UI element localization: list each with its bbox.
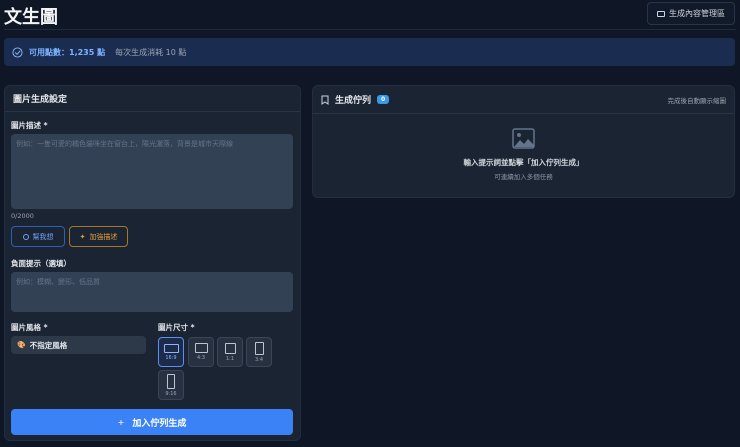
enhance-label: 加強描述: [89, 232, 118, 241]
queue-empty-state: 輸入提示詞並點擊「加入佇列生成」 可連續加入多個任務: [313, 114, 734, 181]
bookmark-icon: [321, 95, 329, 105]
content-manager-label: 生成內容管理區: [669, 9, 725, 18]
landscape-icon: [163, 343, 179, 353]
inspire-label: 幫我想: [32, 232, 54, 241]
portrait-icon: [167, 373, 175, 389]
square-icon: [224, 342, 236, 354]
content-manager-button[interactable]: 生成內容管理區: [647, 2, 735, 25]
add-to-queue-label: 加入佇列生成: [132, 418, 187, 429]
style-select[interactable]: 🎨 不指定風格: [11, 336, 146, 354]
size-text: 3:4: [254, 356, 264, 363]
char-count: 0/2000: [11, 212, 34, 220]
credits-text: 可用點數：1,235 點: [29, 47, 106, 57]
queue-panel: 生成佇列 0 完成後自動顯示縮圖 輸入提示詞並點擊「加入佇列生成」 可連續加入多…: [312, 85, 735, 198]
empty-title: 輸入提示詞並點擊「加入佇列生成」: [463, 158, 584, 167]
circle-icon: [22, 233, 29, 240]
landscape-icon: [194, 343, 208, 353]
inspire-button[interactable]: 幫我想: [11, 226, 65, 247]
size-option-3-4[interactable]: 3:4: [246, 337, 272, 367]
box-icon: [657, 10, 665, 17]
size-option-16-9[interactable]: 16:9: [158, 337, 184, 367]
image-icon: [512, 128, 535, 149]
divider: [4, 29, 736, 30]
add-to-queue-button[interactable]: + 加入佇列生成: [11, 409, 293, 435]
size-text: 4:3: [196, 355, 206, 361]
negative-prompt-input[interactable]: [11, 272, 293, 312]
size-text: 16:9: [165, 354, 177, 361]
check-circle-icon: [12, 46, 23, 58]
style-value: 不指定風格: [29, 340, 68, 350]
size-option-4-3[interactable]: 4:3: [188, 337, 214, 367]
size-text: 1:1: [225, 355, 235, 362]
size-option-9-16[interactable]: 9:16: [158, 370, 184, 400]
portrait-icon: [254, 341, 264, 355]
prompt-input[interactable]: [11, 134, 293, 209]
queue-hint: 完成後自動顯示縮圖: [667, 96, 727, 105]
settings-title: 圖片生成設定: [5, 86, 300, 112]
style-label: 圖片風格 *: [11, 323, 48, 332]
prompt-label: 圖片描述 *: [11, 121, 48, 130]
cost-text: 每次生成消耗 10 點: [115, 47, 187, 57]
credits-banner: 可用點數：1,235 點 每次生成消耗 10 點: [4, 38, 735, 66]
size-label: 圖片尺寸 *: [158, 323, 195, 332]
size-option-1-1[interactable]: 1:1: [217, 337, 243, 367]
sparkle-icon: ✦: [79, 232, 86, 241]
queue-count-badge: 0: [377, 95, 390, 104]
palette-icon: 🎨: [17, 341, 26, 349]
queue-title: 生成佇列: [335, 96, 372, 106]
empty-subtitle: 可連續加入多個任務: [494, 173, 553, 181]
enhance-button[interactable]: ✦ 加強描述: [69, 226, 128, 247]
negative-label: 負面提示（選填）: [11, 259, 71, 268]
size-text: 9:16: [165, 390, 177, 397]
plus-icon: +: [117, 417, 125, 427]
page-title: 文生圖: [4, 7, 58, 28]
